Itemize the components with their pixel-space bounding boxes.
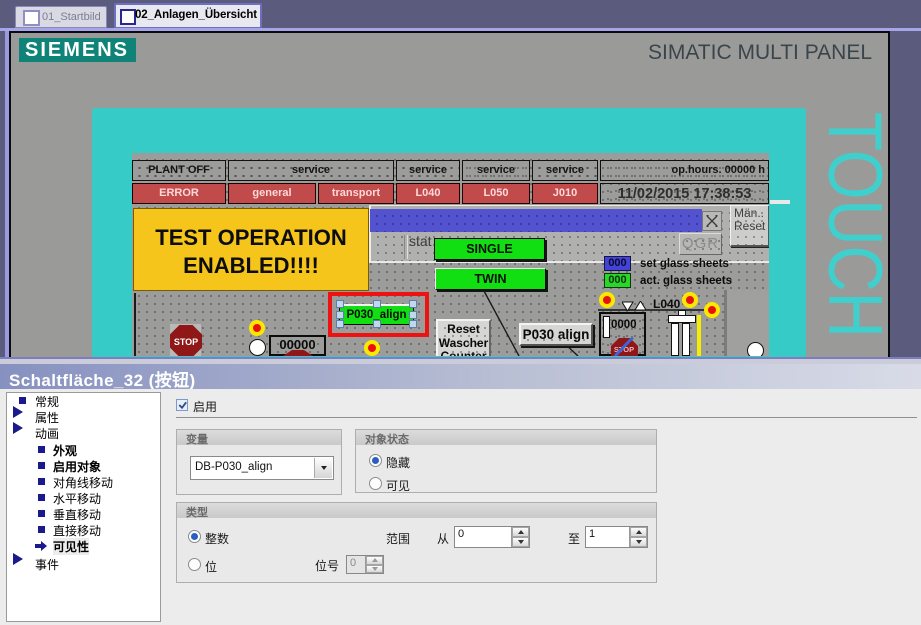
svg-text:STOP: STOP <box>174 337 198 347</box>
